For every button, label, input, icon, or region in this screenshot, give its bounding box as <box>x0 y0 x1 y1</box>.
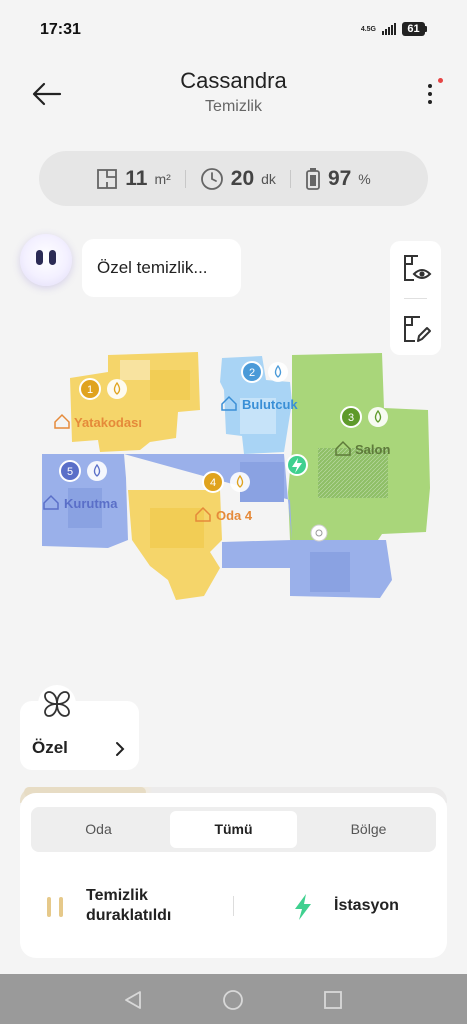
pause-button[interactable] <box>45 896 65 918</box>
room-label-salon: Salon <box>355 442 390 457</box>
nav-recents-button[interactable] <box>322 989 344 1011</box>
tab-tumu[interactable]: Tümü <box>170 811 297 848</box>
room-label-bulutcuk: Bulutcuk <box>242 397 298 412</box>
room-label-oda-4: Oda 4 <box>216 508 253 523</box>
robot-position-marker <box>310 524 328 542</box>
control-panel: Oda Tümü Bölge Temizlik duraklatıldı İst… <box>20 793 447 958</box>
tab-bolge[interactable]: Bölge <box>305 811 432 848</box>
notification-dot <box>438 78 443 83</box>
cleaning-map[interactable]: 1 Yatakodası 2 Bulutcuk 3 Salon 4 Oda 4 … <box>0 340 467 620</box>
pause-icon <box>47 897 63 917</box>
room-label-yatakodasi: Yatakodası <box>74 415 142 430</box>
map-view-icon <box>404 255 432 281</box>
stat-area: 11 m² <box>82 167 185 191</box>
battery-value: 97 <box>327 166 352 190</box>
signal-icon <box>382 23 396 35</box>
mode-tabs: Oda Tümü Bölge <box>31 807 436 852</box>
nav-home-button[interactable] <box>222 989 244 1011</box>
custom-mode-label: Özel <box>32 738 68 757</box>
room-area-yatakodasi[interactable] <box>70 352 200 452</box>
pause-status-line-2: duraklatıldı <box>86 907 172 924</box>
nav-back-button[interactable] <box>122 989 144 1011</box>
pause-status-line-1: Temizlik <box>86 887 148 904</box>
device-status: Temizlik <box>205 98 262 115</box>
circle-home-icon <box>223 990 243 1010</box>
room-label-kurutma: Kurutma <box>64 496 118 511</box>
stats-bar: 11 m² 20 dk 97 % <box>39 151 428 206</box>
lightning-icon <box>295 894 311 920</box>
svg-text:5: 5 <box>67 466 73 478</box>
network-type: 4.5G <box>360 25 376 33</box>
more-vertical-icon <box>428 84 432 104</box>
status-battery-icon: 61 <box>402 22 427 36</box>
svg-text:2: 2 <box>249 367 255 379</box>
system-nav-bar <box>0 974 467 1024</box>
pause-status[interactable]: Temizlik duraklatıldı <box>86 886 171 926</box>
floorplan-icon <box>97 168 118 189</box>
station-button[interactable]: İstasyon <box>334 897 399 915</box>
stat-time: 20 dk <box>186 167 290 191</box>
status-battery-level: 61 <box>402 22 425 36</box>
svg-text:4: 4 <box>210 477 216 489</box>
time-unit: dk <box>261 170 276 187</box>
svg-text:1: 1 <box>87 384 93 396</box>
map-view-button[interactable] <box>400 252 432 284</box>
status-time: 17:31 <box>40 21 81 38</box>
charging-station-marker <box>286 454 308 476</box>
device-title: Cassandra <box>180 68 287 93</box>
stat-battery: 97 % <box>291 167 385 191</box>
triangle-back-icon <box>125 991 141 1009</box>
time-value: 20 <box>230 166 255 190</box>
area-unit: m² <box>154 170 171 187</box>
more-button[interactable] <box>420 80 440 108</box>
battery-unit: % <box>358 170 371 187</box>
clock-icon <box>200 167 223 190</box>
area-value: 11 <box>125 166 148 190</box>
battery-icon <box>306 167 320 190</box>
svg-text:3: 3 <box>348 412 354 424</box>
clover-icon <box>38 685 76 723</box>
robot-avatar[interactable] <box>20 234 72 286</box>
status-indicators: 4.5G 61 <box>361 22 427 36</box>
map-tools <box>390 241 441 355</box>
chevron-right-icon <box>116 742 125 756</box>
square-recents-icon <box>324 991 342 1009</box>
tab-oda[interactable]: Oda <box>35 811 162 848</box>
assistant-bubble: Özel temizlik... <box>82 239 241 297</box>
